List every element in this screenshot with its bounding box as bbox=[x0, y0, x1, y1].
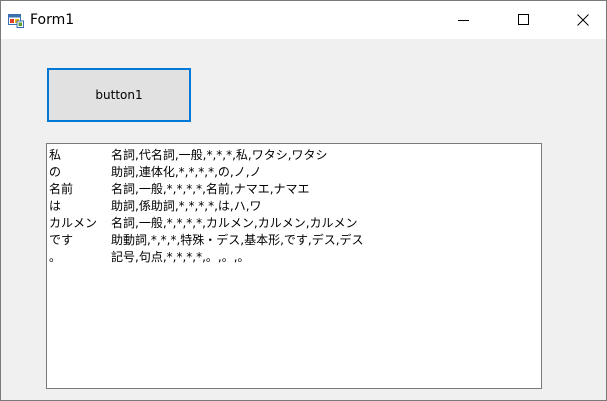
morpheme-table: 私 名詞,代名詞,一般,*,*,*,私,ワタシ,ワタシ の 助詞,連体化,*,*,*… bbox=[49, 147, 364, 266]
table-row: 名前 名詞,一般,*,*,*,*,名前,ナマエ,ナマエ bbox=[49, 181, 364, 198]
surface-cell: の bbox=[49, 165, 62, 179]
close-button[interactable] bbox=[560, 1, 606, 39]
table-row: 。 記号,句点,*,*,*,*,。,。,。 bbox=[49, 249, 364, 266]
maximize-button[interactable] bbox=[501, 1, 547, 39]
maximize-icon bbox=[518, 14, 529, 25]
features-cell: 助動詞,*,*,*,特殊・デス,基本形,です,デス,デス bbox=[111, 233, 364, 247]
table-row: カルメン 名詞,一般,*,*,*,*,カルメン,カルメン,カルメン bbox=[49, 215, 364, 232]
features-cell: 記号,句点,*,*,*,*,。,。,。 bbox=[111, 250, 250, 264]
table-row: の 助詞,連体化,*,*,*,*,の,ノ,ノ bbox=[49, 164, 364, 181]
close-icon bbox=[577, 14, 589, 26]
surface-cell: 私 bbox=[49, 148, 62, 162]
table-row: は 助詞,係助詞,*,*,*,*,は,ハ,ワ bbox=[49, 198, 364, 215]
form-client-area: button1 私 名詞,代名詞,一般,*,*,*,私,ワタシ,ワタシ の 助詞,連… bbox=[1, 39, 606, 400]
window-title: Form1 bbox=[30, 12, 75, 28]
features-cell: 名詞,一般,*,*,*,*,カルメン,カルメン,カルメン bbox=[111, 216, 358, 230]
features-cell: 名詞,代名詞,一般,*,*,*,私,ワタシ,ワタシ bbox=[111, 148, 328, 162]
output-textbox[interactable]: 私 名詞,代名詞,一般,*,*,*,私,ワタシ,ワタシ の 助詞,連体化,*,*,*… bbox=[46, 143, 542, 389]
app-icon bbox=[8, 12, 24, 28]
button1[interactable]: button1 bbox=[47, 68, 191, 122]
surface-cell: です bbox=[49, 233, 74, 247]
features-cell: 助詞,連体化,*,*,*,*,の,ノ,ノ bbox=[111, 165, 262, 179]
surface-cell: 。 bbox=[49, 250, 62, 264]
minimize-icon bbox=[458, 20, 469, 21]
features-cell: 助詞,係助詞,*,*,*,*,は,ハ,ワ bbox=[111, 199, 262, 213]
features-cell: 名詞,一般,*,*,*,*,名前,ナマエ,ナマエ bbox=[111, 182, 310, 196]
table-row: です 助動詞,*,*,*,特殊・デス,基本形,です,デス,デス bbox=[49, 232, 364, 249]
surface-cell: 名前 bbox=[49, 182, 74, 196]
surface-cell: カルメン bbox=[49, 216, 98, 230]
table-row: 私 名詞,代名詞,一般,*,*,*,私,ワタシ,ワタシ bbox=[49, 147, 364, 164]
title-bar[interactable]: Form1 bbox=[1, 1, 606, 39]
minimize-button[interactable] bbox=[441, 1, 487, 39]
surface-cell: は bbox=[49, 199, 62, 213]
form1-window: Form1 button1 私 名詞,代名詞,一般,*,*,*,私,ワタシ,ワタシ… bbox=[0, 0, 607, 401]
